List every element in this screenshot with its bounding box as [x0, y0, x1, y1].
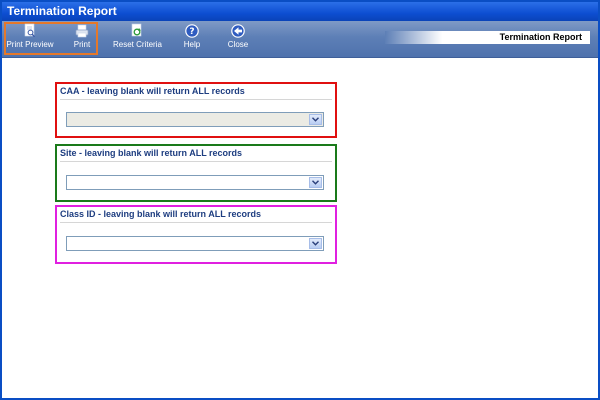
- print-button[interactable]: Print: [65, 23, 99, 55]
- reset-icon: [113, 23, 161, 39]
- chevron-down-icon: [312, 180, 319, 185]
- close-button[interactable]: Close: [224, 23, 252, 55]
- print-preview-button[interactable]: Print Preview: [6, 23, 54, 55]
- class-id-select[interactable]: [66, 236, 324, 251]
- caa-select[interactable]: [66, 112, 324, 127]
- print-label: Print: [73, 40, 91, 49]
- class-id-divider: [60, 222, 332, 223]
- svg-text:?: ?: [189, 27, 194, 37]
- report-window: Termination Report Print Preview Print R…: [0, 0, 600, 400]
- site-filter-panel: Site - leaving blank will return ALL rec…: [55, 144, 337, 202]
- caa-divider: [60, 99, 332, 100]
- help-icon: ?: [178, 23, 206, 39]
- help-label: Help: [183, 40, 201, 49]
- toolbar: Print Preview Print Reset Criteria ? Hel…: [2, 21, 598, 58]
- chevron-down-icon: [312, 241, 319, 246]
- site-select[interactable]: [66, 175, 324, 190]
- print-preview-label: Print Preview: [6, 40, 54, 49]
- chevron-down-icon: [312, 117, 319, 122]
- caa-filter-panel: CAA - leaving blank will return ALL reco…: [55, 82, 337, 138]
- class-id-filter-label: Class ID - leaving blank will return ALL…: [60, 209, 262, 219]
- reset-criteria-label: Reset Criteria: [113, 40, 162, 49]
- class-id-filter-panel: Class ID - leaving blank will return ALL…: [55, 205, 337, 264]
- close-label: Close: [227, 40, 249, 49]
- back-arrow-icon: [224, 23, 252, 39]
- printer-icon: [65, 23, 99, 39]
- print-preview-icon: [6, 23, 54, 39]
- caa-filter-label: CAA - leaving blank will return ALL reco…: [60, 86, 245, 96]
- window-title: Termination Report: [2, 2, 598, 21]
- help-button[interactable]: ? Help: [178, 23, 206, 55]
- class-id-dropdown-button[interactable]: [309, 238, 322, 249]
- report-title-banner: Termination Report: [385, 31, 590, 44]
- site-dropdown-button[interactable]: [309, 177, 322, 188]
- reset-criteria-button[interactable]: Reset Criteria: [113, 23, 162, 55]
- caa-dropdown-button[interactable]: [309, 114, 322, 125]
- site-filter-label: Site - leaving blank will return ALL rec…: [60, 148, 243, 158]
- site-divider: [60, 161, 332, 162]
